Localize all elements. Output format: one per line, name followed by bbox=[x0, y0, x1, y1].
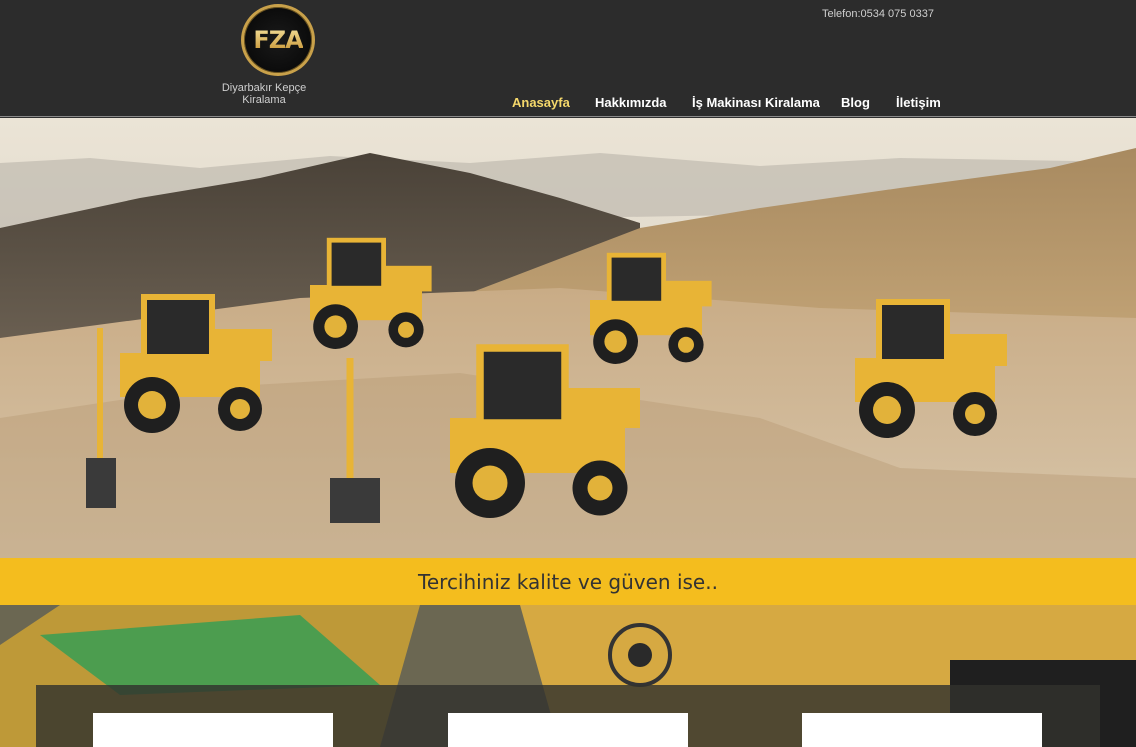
nav-is-makinasi-kiralama[interactable]: İş Makinası Kiralama bbox=[692, 95, 820, 110]
service-card-1[interactable] bbox=[93, 713, 333, 747]
site-tagline: Diyarbakır Kepçe Kiralama bbox=[221, 82, 307, 106]
logo-text: FZA bbox=[253, 26, 303, 54]
nav-anasayfa[interactable]: Anasayfa bbox=[512, 95, 570, 110]
service-card-3[interactable] bbox=[802, 713, 1042, 747]
nav-blog[interactable]: Blog bbox=[841, 95, 870, 110]
nav-iletisim[interactable]: İletişim bbox=[896, 95, 941, 110]
nav-hakkimizda[interactable]: Hakkımızda bbox=[595, 95, 667, 110]
slogan-text: Tercihiniz kalite ve güven ise.. bbox=[418, 569, 718, 594]
slogan-band: Tercihiniz kalite ve güven ise.. bbox=[0, 558, 1136, 605]
service-card-2[interactable] bbox=[448, 713, 688, 747]
site-header: FZA Diyarbakır Kepçe Kiralama Telefon:05… bbox=[0, 0, 1136, 117]
hero-banner-image bbox=[0, 118, 1136, 558]
services-section bbox=[0, 605, 1136, 747]
site-logo[interactable]: FZA bbox=[241, 4, 315, 76]
phone-number[interactable]: Telefon:0534 075 0337 bbox=[822, 8, 934, 20]
